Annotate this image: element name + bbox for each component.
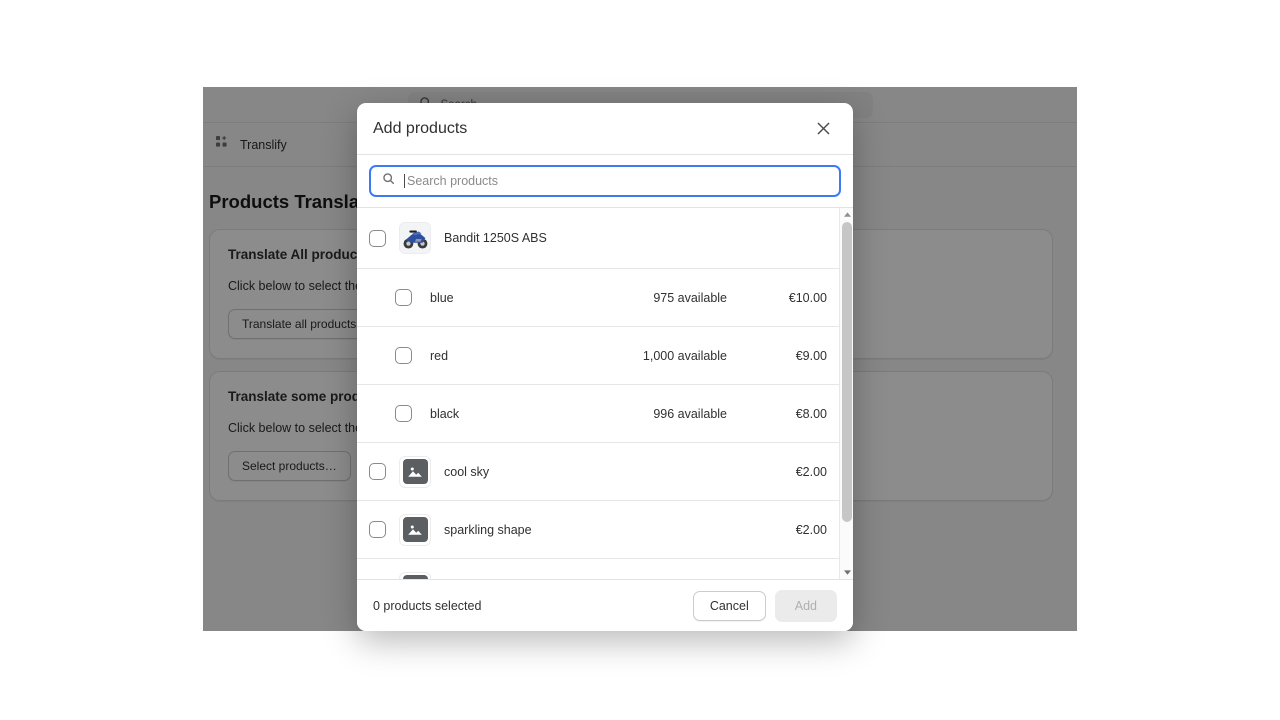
product-list-container: Bandit 1250S ABS blue 975 available €10.…	[357, 207, 853, 579]
search-icon	[382, 172, 395, 190]
close-icon[interactable]	[809, 115, 837, 143]
variant-price: €9.00	[795, 348, 827, 363]
row-checkbox[interactable]	[369, 463, 386, 480]
image-placeholder-icon	[402, 575, 428, 579]
table-row[interactable]: cool sky €2.00	[357, 443, 839, 501]
table-row[interactable]: Bandit 1250S ABS	[357, 208, 839, 269]
variant-availability: 975 available	[653, 290, 727, 305]
variant-availability: 996 available	[653, 406, 727, 421]
add-button[interactable]: Add	[774, 589, 837, 622]
variant-name: red	[430, 348, 449, 363]
screen: Search Translify Products Translation Tr…	[0, 0, 1280, 720]
row-checkbox[interactable]	[395, 405, 412, 422]
product-list: Bandit 1250S ABS blue 975 available €10.…	[357, 208, 839, 579]
product-name: sparkling shape	[444, 522, 532, 537]
search-input[interactable]: Search products	[369, 165, 841, 197]
caret-up-icon[interactable]	[840, 208, 853, 221]
add-products-modal: Add products Search products Bandit 1250…	[357, 103, 853, 631]
product-thumbnail	[399, 455, 431, 488]
row-checkbox[interactable]	[395, 289, 412, 306]
variant-price: €8.00	[795, 406, 827, 421]
scrollbar-thumb[interactable]	[842, 222, 852, 522]
product-thumbnail	[399, 571, 431, 579]
modal-footer: 0 products selected Cancel Add	[357, 579, 853, 631]
variant-name: blue	[430, 290, 454, 305]
table-row[interactable]: throbbing moon €8.00	[357, 559, 839, 579]
caret-down-icon[interactable]	[840, 566, 853, 579]
product-name: cool sky	[444, 464, 490, 479]
row-checkbox[interactable]	[369, 521, 386, 538]
modal-search-row: Search products	[357, 155, 853, 207]
product-price: €2.00	[795, 522, 827, 537]
cancel-button[interactable]: Cancel	[692, 590, 766, 621]
row-checkbox[interactable]	[369, 229, 386, 247]
modal-title: Add products	[373, 119, 468, 137]
table-row[interactable]: black 996 available €8.00	[357, 385, 839, 443]
list-scrollbar[interactable]	[839, 208, 853, 579]
variant-name: black	[430, 406, 460, 421]
selected-count-label: 0 products selected	[373, 598, 482, 613]
product-name: Bandit 1250S ABS	[444, 231, 547, 245]
text-caret	[404, 174, 405, 188]
product-thumbnail	[399, 222, 431, 254]
image-placeholder-icon	[402, 459, 428, 484]
product-thumbnail	[399, 513, 431, 546]
variant-price: €10.00	[788, 290, 827, 305]
table-row[interactable]: sparkling shape €2.00	[357, 501, 839, 559]
row-checkbox[interactable]	[395, 347, 412, 364]
table-row[interactable]: red 1,000 available €9.00	[357, 327, 839, 385]
image-placeholder-icon	[402, 517, 428, 542]
search-placeholder: Search products	[407, 174, 499, 188]
variant-availability: 1,000 available	[642, 348, 727, 363]
footer-buttons: Cancel Add	[692, 589, 837, 622]
product-price: €2.00	[795, 464, 827, 479]
modal-header: Add products	[357, 103, 853, 155]
table-row[interactable]: blue 975 available €10.00	[357, 269, 839, 327]
